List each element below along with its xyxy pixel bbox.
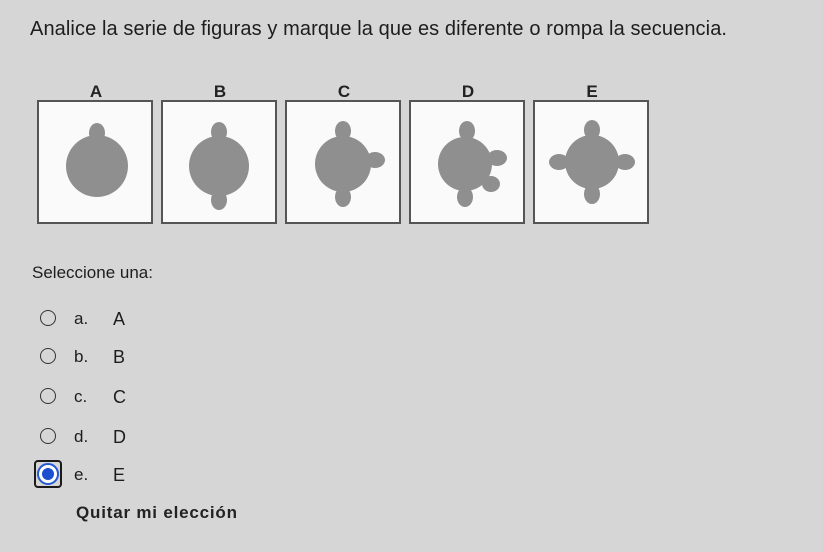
figure-d-letter: D — [461, 82, 475, 101]
option-a-text: A — [113, 309, 126, 329]
figure-c-letter: C — [337, 82, 351, 101]
radio-a[interactable] — [40, 310, 56, 326]
figure-e-shape — [549, 120, 635, 204]
figure-d-box — [409, 100, 525, 224]
figure-b-shape — [189, 122, 249, 210]
option-e[interactable]: e. E — [34, 460, 280, 488]
option-d[interactable]: d. D — [40, 424, 280, 450]
figure-e-box — [533, 100, 649, 224]
figure-series: A B C D E — [37, 82, 657, 232]
option-c-text: C — [113, 387, 126, 407]
figure-a-shape — [66, 123, 128, 197]
figure-a-box — [37, 100, 153, 224]
radio-b[interactable] — [40, 348, 56, 364]
option-c[interactable]: c. C — [40, 384, 280, 410]
figure-a-letter: A — [89, 82, 103, 101]
clear-choice-link[interactable]: Quitar mi elección — [76, 503, 238, 523]
option-b-text: B — [113, 347, 126, 367]
question-text: Analice la serie de figuras y marque la … — [30, 18, 728, 40]
option-b[interactable]: b. B — [40, 344, 280, 370]
option-a-letter: a. — [74, 309, 89, 328]
option-e-text: E — [113, 465, 126, 485]
figure-e-letter: E — [586, 82, 598, 101]
option-a[interactable]: a. A — [40, 306, 280, 332]
option-d-letter: d. — [74, 427, 89, 446]
radio-c[interactable] — [40, 388, 56, 404]
option-c-letter: c. — [74, 387, 88, 406]
figure-c-box — [285, 100, 401, 224]
option-e-letter: e. — [74, 465, 89, 484]
figure-b-letter: B — [213, 82, 227, 101]
radio-e[interactable] — [37, 463, 59, 485]
figure-d-shape — [438, 121, 507, 207]
option-d-text: D — [113, 427, 126, 447]
radio-d[interactable] — [40, 428, 56, 444]
select-one-label: Seleccione una: — [32, 263, 153, 282]
figure-c-shape — [315, 121, 385, 207]
figure-b-box — [161, 100, 277, 224]
option-b-letter: b. — [74, 347, 89, 366]
